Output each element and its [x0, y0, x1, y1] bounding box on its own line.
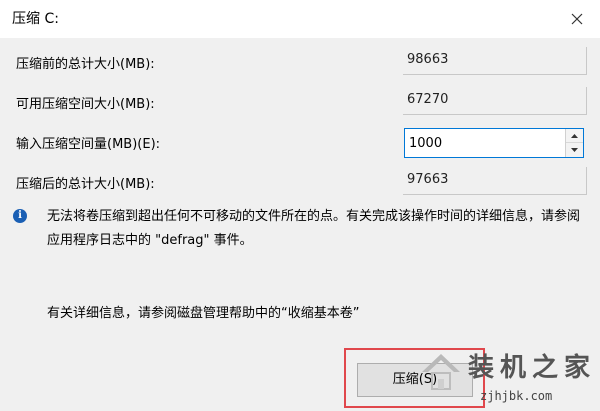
spin-down-button[interactable] [566, 143, 583, 157]
close-icon [571, 13, 583, 25]
shrink-amount-input[interactable] [405, 129, 565, 157]
triangle-down-icon [571, 148, 578, 152]
shrink-amount-spinbox[interactable] [404, 128, 584, 158]
available-shrink-space-value: 67270 [403, 87, 587, 115]
total-size-before-value: 98663 [403, 47, 587, 75]
shrink-dialog: 压缩 C: 压缩前的总计大小(MB): 98663 可用压缩空间大小(MB): … [0, 0, 600, 411]
watermark: 装机之家 zjhjbk.com [420, 350, 598, 410]
house-logo-icon [422, 354, 460, 390]
help-message: 有关详细信息，请参阅磁盘管理帮助中的“收缩基本卷” [47, 306, 360, 321]
total-size-before-label: 压缩前的总计大小(MB): [16, 57, 155, 72]
total-size-after-label: 压缩后的总计大小(MB): [16, 177, 155, 192]
title-bar: 压缩 C: [0, 0, 600, 38]
total-size-after-value: 97663 [403, 167, 587, 195]
info-icon: i [13, 209, 27, 223]
shrink-amount-label: 输入压缩空间量(MB)(E): [16, 137, 161, 152]
watermark-title: 装机之家 [468, 353, 597, 383]
window-title: 压缩 C: [12, 11, 59, 27]
available-shrink-space-label: 可用压缩空间大小(MB): [16, 97, 155, 112]
spin-buttons [565, 129, 583, 157]
info-message: 无法将卷压缩到超出任何不可移动的文件所在的点。有关完成该操作时间的详细信息，请参… [47, 209, 581, 248]
watermark-url: zjhjbk.com [480, 389, 553, 403]
spin-up-button[interactable] [566, 129, 583, 143]
close-button[interactable] [554, 0, 600, 38]
triangle-up-icon [571, 133, 578, 138]
